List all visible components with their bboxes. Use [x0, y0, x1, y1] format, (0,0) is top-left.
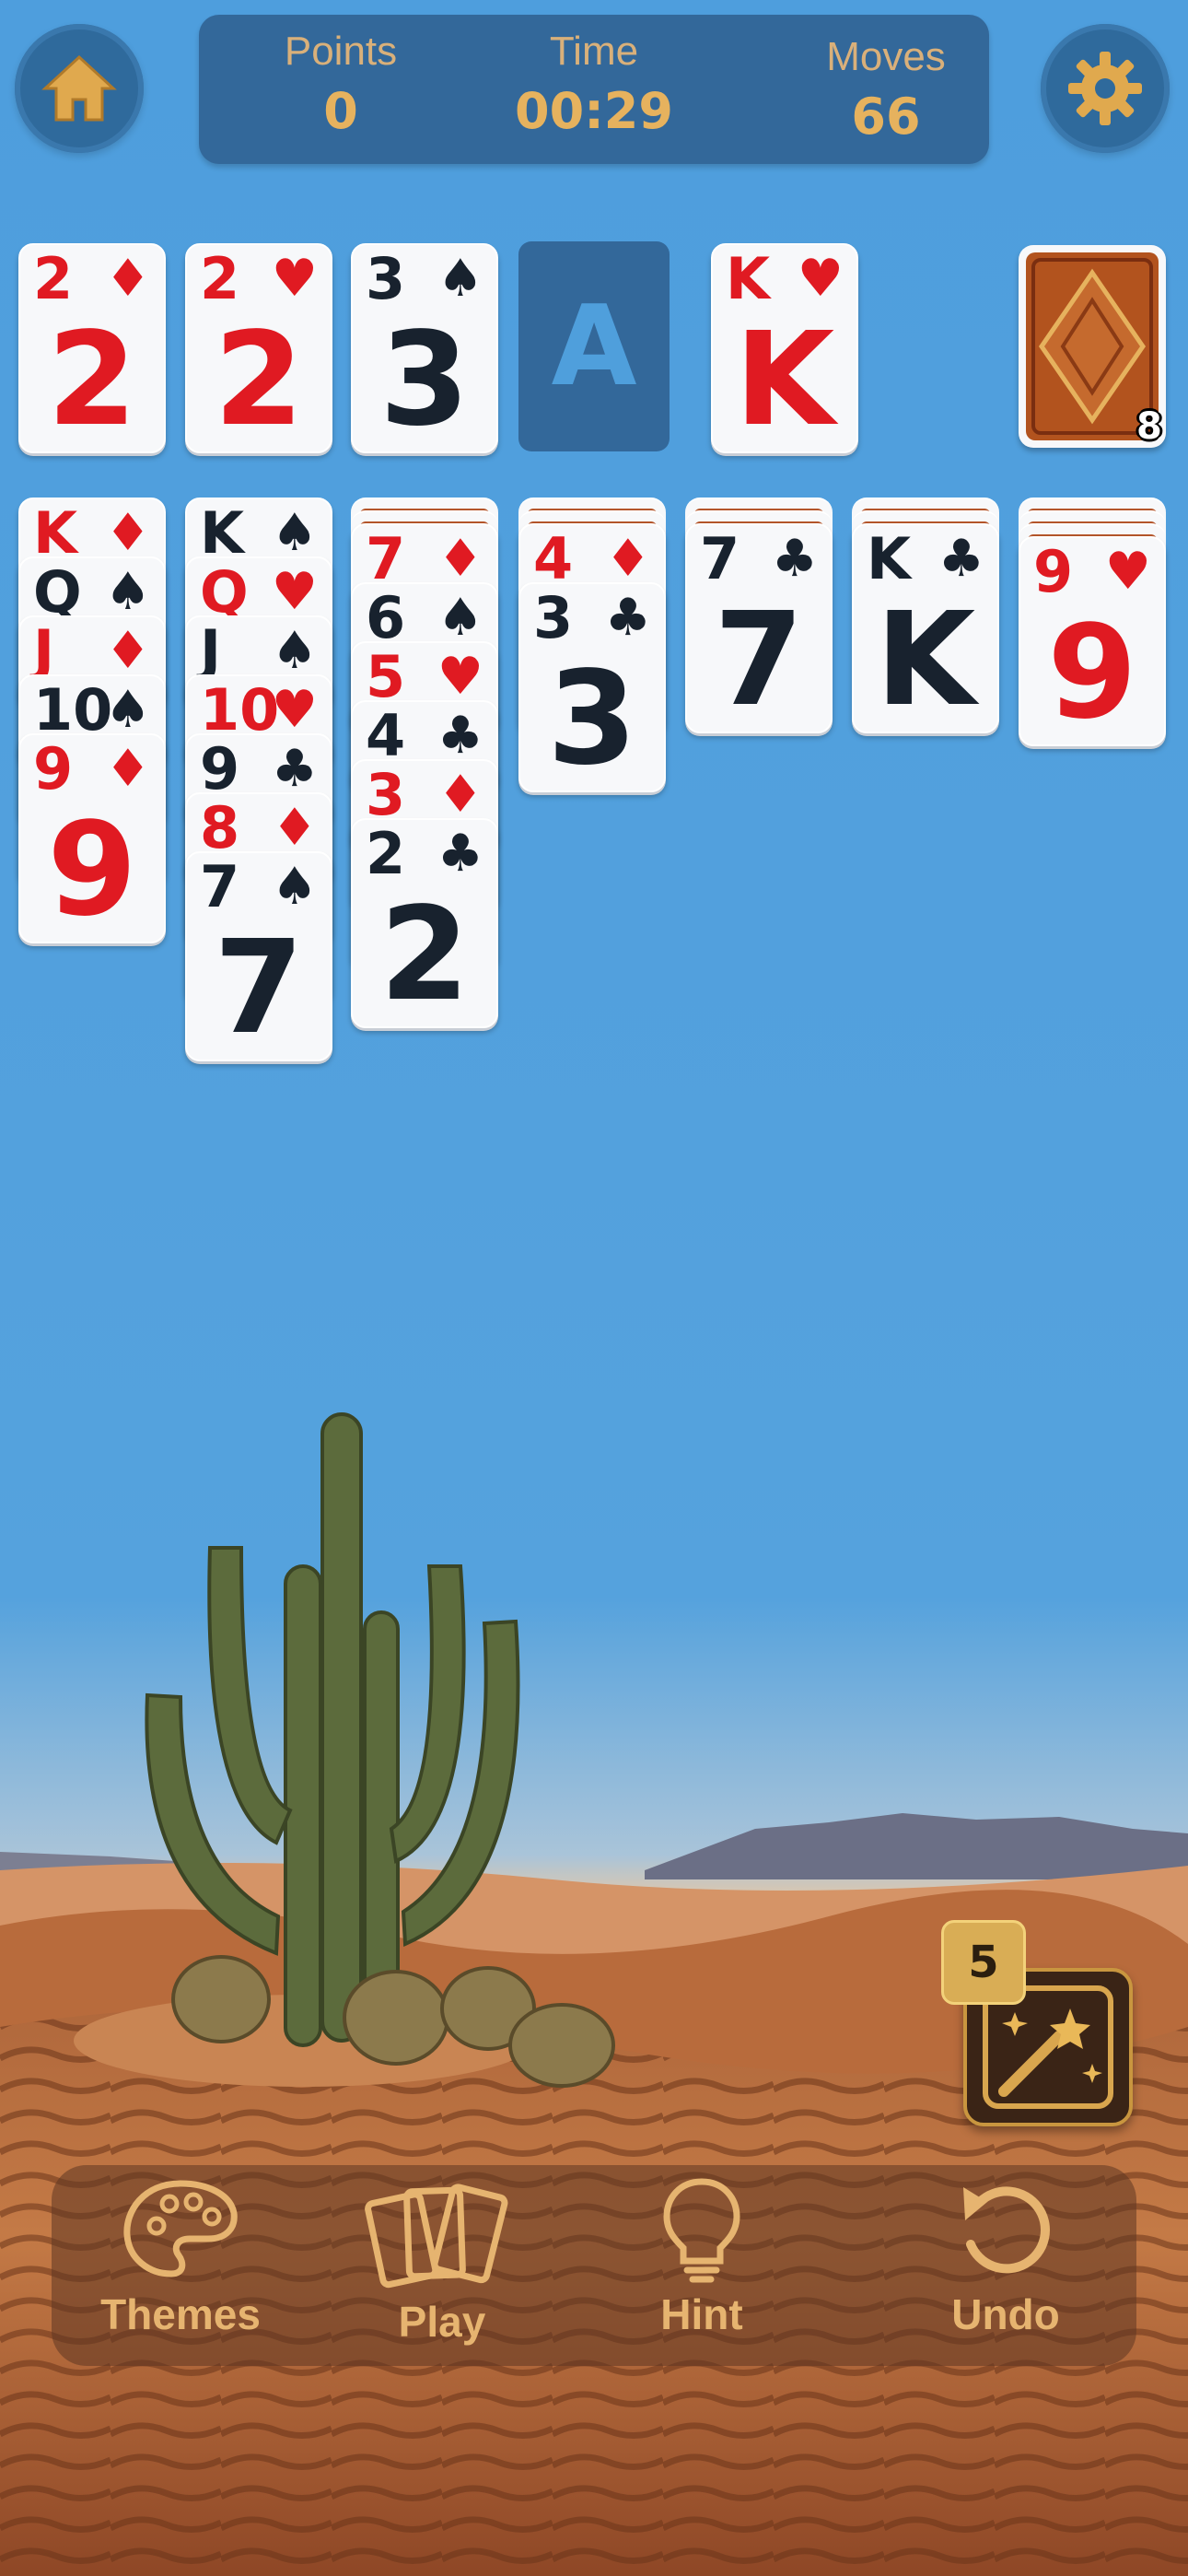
card-rank: 9: [1033, 538, 1074, 605]
points-stat: Points 0: [221, 24, 460, 144]
heart-icon: ♥: [797, 249, 844, 309]
moves-label: Moves: [826, 34, 946, 79]
card-big-rank: 2: [214, 305, 304, 455]
spade-icon: ♠: [437, 249, 483, 309]
play-button[interactable]: Play: [341, 2178, 543, 2348]
card-rank: 2: [33, 245, 74, 312]
card-rank: K: [867, 525, 912, 592]
undo-icon: [963, 2186, 1050, 2274]
card-rank: 3: [533, 584, 574, 651]
play-label: Play: [398, 2298, 486, 2346]
spade-icon: ♠: [271, 857, 318, 917]
stock-count: 8: [1136, 405, 1162, 448]
settings-button[interactable]: [1041, 24, 1170, 153]
card-big-rank: 9: [47, 795, 137, 945]
stats-panel: Points 0 Time 00:29 Moves 66: [199, 15, 989, 164]
foundation-pile-empty[interactable]: A: [518, 241, 670, 451]
card-rank: 7: [700, 525, 740, 592]
foundation-pile-2[interactable]: 2 ♥ 2: [185, 243, 332, 453]
club-icon: ♣: [938, 529, 984, 589]
heart-icon: ♥: [1104, 542, 1151, 602]
club-icon: ♣: [604, 588, 651, 648]
card-big-rank: 2: [379, 880, 470, 1030]
bottom-toolbar: Themes Play Hint Undo: [52, 2165, 1136, 2366]
themes-button[interactable]: Themes: [79, 2174, 282, 2340]
hint-label: Hint: [660, 2290, 743, 2338]
moves-stat: Moves 66: [766, 29, 1006, 149]
card-big-rank: 7: [214, 913, 304, 1063]
card-big-rank: 2: [47, 305, 137, 455]
waste-pile[interactable]: K ♥ K: [711, 243, 858, 453]
time-value: 00:29: [515, 82, 673, 140]
time-stat: Time 00:29: [474, 24, 714, 144]
card-rank: 9: [33, 735, 74, 802]
card-big-rank: K: [734, 305, 835, 455]
lightbulb-icon: [663, 2178, 740, 2283]
diamond-icon: ♦: [104, 739, 151, 799]
tableau-card[interactable]: 7 ♣ 7: [685, 523, 833, 733]
card-big-rank: 9: [1047, 598, 1137, 748]
home-button[interactable]: [15, 24, 144, 153]
card-big-rank: 3: [547, 644, 637, 794]
foundation-pile-3[interactable]: 3 ♠ 3: [351, 243, 498, 453]
points-value: 0: [323, 82, 358, 140]
palette-icon: [123, 2180, 238, 2277]
diamond-icon: ♦: [104, 249, 151, 309]
tableau-card[interactable]: 7 ♠ 7: [185, 851, 332, 1061]
time-label: Time: [549, 29, 639, 74]
gear-icon: [1068, 52, 1142, 125]
hint-button[interactable]: Hint: [600, 2174, 803, 2340]
tableau-card[interactable]: 3 ♣ 3: [518, 582, 666, 792]
undo-label: Undo: [951, 2290, 1060, 2338]
card-big-rank: 7: [714, 585, 804, 735]
points-label: Points: [284, 29, 398, 74]
club-icon: ♣: [771, 529, 818, 589]
tableau-card[interactable]: K ♣ K: [852, 523, 999, 733]
tableau-card[interactable]: 2 ♣ 2: [351, 818, 498, 1028]
card-rank: 2: [366, 820, 406, 887]
foundation-pile-1[interactable]: 2 ♦ 2: [18, 243, 166, 453]
undo-button[interactable]: Undo: [904, 2174, 1107, 2340]
tableau-card[interactable]: 9 ♦ 9: [18, 733, 166, 943]
card-big-rank: K: [875, 585, 976, 735]
tableau-card[interactable]: 9 ♥ 9: [1019, 536, 1166, 746]
heart-icon: ♥: [271, 249, 318, 309]
card-big-rank: 3: [379, 305, 470, 455]
themes-label: Themes: [100, 2290, 261, 2338]
home-icon: [41, 54, 117, 122]
moves-value: 66: [851, 88, 921, 146]
card-rank: K: [726, 245, 771, 312]
card-rank: 3: [366, 245, 406, 312]
card-rank: 2: [200, 245, 240, 312]
cards-icon: [365, 2184, 508, 2289]
card-rank: 7: [200, 853, 240, 920]
magic-count-badge: 5: [941, 1920, 1026, 2005]
club-icon: ♣: [437, 824, 483, 884]
